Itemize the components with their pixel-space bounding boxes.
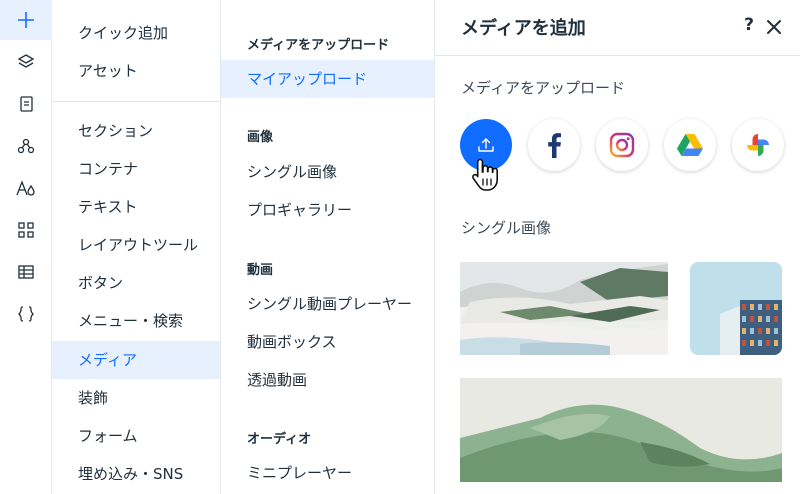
sub-item-my-uploads[interactable]: マイアップロード <box>221 60 434 98</box>
subheader-video: 動画 <box>247 263 274 278</box>
divider <box>435 55 800 56</box>
page-icon[interactable] <box>0 84 52 124</box>
google-drive-button[interactable] <box>664 119 716 171</box>
components-icon[interactable] <box>0 126 52 166</box>
category-layout-tools[interactable]: レイアウトツール <box>52 226 220 264</box>
layers-icon[interactable] <box>0 42 52 82</box>
category-list: クイック追加 アセット セクション コンテナ テキスト レイアウトツール ボタン… <box>52 0 221 494</box>
image-thumbnail-building[interactable] <box>690 262 782 355</box>
panel-title: メディアを追加 <box>461 18 586 39</box>
google-drive-icon <box>677 134 703 156</box>
category-media[interactable]: メディア <box>52 341 220 379</box>
apps-icon[interactable] <box>0 210 52 250</box>
category-menu-search[interactable]: メニュー・検索 <box>52 302 220 340</box>
design-icon[interactable] <box>0 168 52 208</box>
divider <box>52 101 220 102</box>
add-media-panel: メディアを追加 ? メディアをアップロード シングル画像 <box>435 0 800 494</box>
image-thumbnail-green-fabric[interactable] <box>460 378 782 482</box>
category-buttons[interactable]: ボタン <box>52 264 220 302</box>
help-button[interactable]: ? <box>739 15 759 39</box>
upload-section-label: メディアをアップロード <box>461 79 625 97</box>
single-image-section-label: シングル画像 <box>461 219 552 237</box>
add-icon[interactable] <box>0 0 52 40</box>
sub-item-video-box[interactable]: 動画ボックス <box>221 323 434 361</box>
google-photos-icon <box>747 134 769 156</box>
category-containers[interactable]: コンテナ <box>52 150 220 188</box>
subheader-upload-media: メディアをアップロード <box>247 38 390 53</box>
facebook-icon <box>548 133 561 158</box>
facebook-button[interactable] <box>528 119 580 171</box>
table-icon[interactable] <box>0 252 52 292</box>
code-icon[interactable] <box>0 294 52 334</box>
image-thumbnail-landscape[interactable] <box>460 262 668 355</box>
category-sections[interactable]: セクション <box>52 112 220 150</box>
category-decorative[interactable]: 装飾 <box>52 379 220 417</box>
category-assets[interactable]: アセット <box>52 52 220 90</box>
instagram-button[interactable] <box>596 119 648 171</box>
subheader-images: 画像 <box>247 130 274 145</box>
hand-cursor-icon <box>471 156 501 200</box>
google-photos-button[interactable] <box>732 119 784 171</box>
category-text[interactable]: テキスト <box>52 188 220 226</box>
sub-item-mini-player[interactable]: ミニプレーヤー <box>221 454 434 492</box>
close-icon[interactable] <box>763 16 785 38</box>
sub-item-single-video-player[interactable]: シングル動画プレーヤー <box>221 285 434 323</box>
subheader-audio: オーディオ <box>247 432 312 447</box>
sub-item-pro-gallery[interactable]: プロギャラリー <box>221 191 434 229</box>
sub-item-transparent-video[interactable]: 透過動画 <box>221 361 434 399</box>
category-forms[interactable]: フォーム <box>52 417 220 455</box>
category-embed-social[interactable]: 埋め込み・SNS <box>52 455 220 493</box>
icon-rail <box>0 0 52 494</box>
category-quick-add[interactable]: クイック追加 <box>52 14 220 52</box>
upload-icon <box>478 138 494 152</box>
subcategory-list: メディアをアップロード マイアップロード 画像 シングル画像 プロギャラリー 動… <box>221 0 435 494</box>
instagram-icon <box>609 132 635 158</box>
sub-item-single-image[interactable]: シングル画像 <box>221 153 434 191</box>
